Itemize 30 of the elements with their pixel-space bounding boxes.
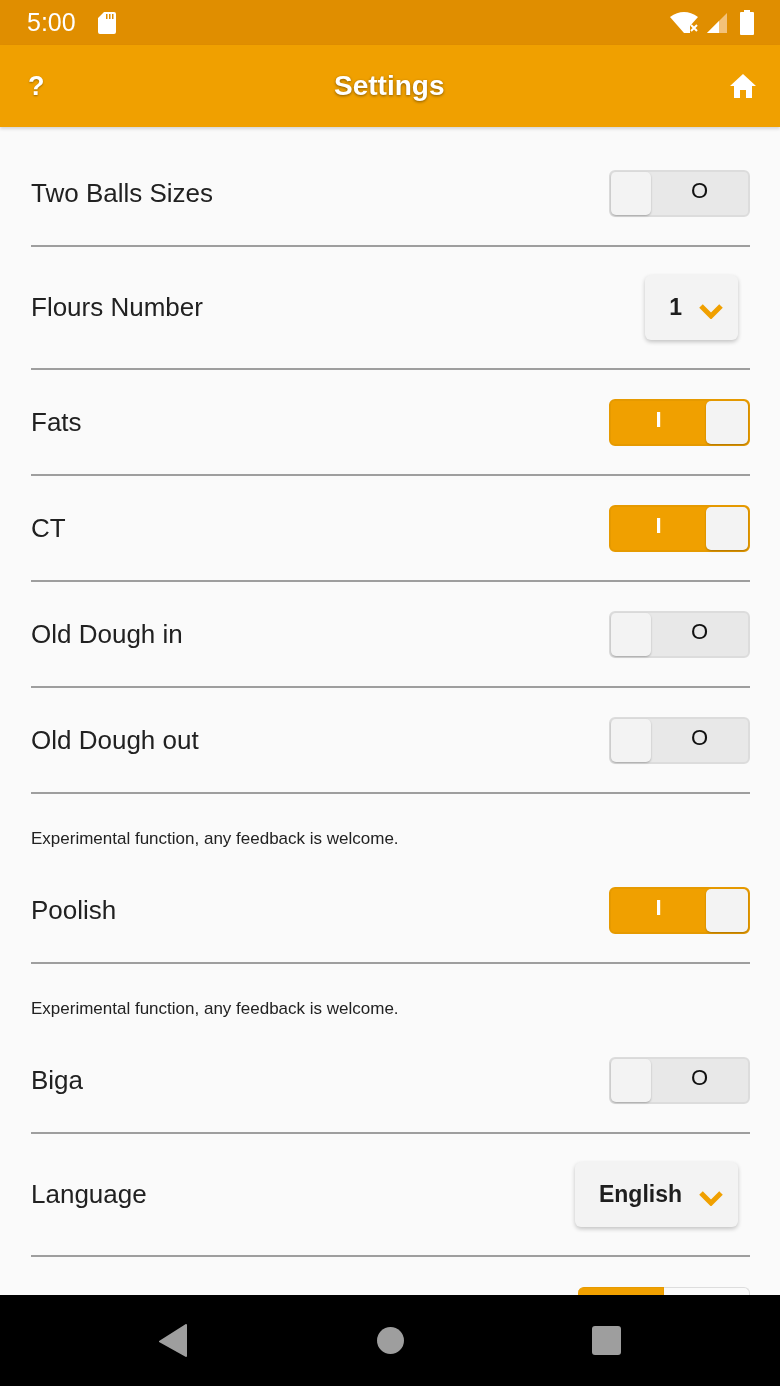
setting-label: Poolish [31, 894, 117, 926]
toggle-switch[interactable]: O [609, 716, 750, 764]
setting-label: CT [31, 512, 66, 544]
signal-icon [707, 12, 727, 33]
wifi-off-icon [670, 12, 699, 33]
setting-label: Old Dough out [31, 724, 199, 756]
segment-button[interactable] [578, 1287, 664, 1295]
home-circle-icon[interactable] [377, 1327, 404, 1354]
clock-text: 5:00 [27, 8, 76, 37]
back-icon[interactable] [158, 1324, 188, 1357]
setting-label: Biga [31, 1064, 84, 1096]
screen-title: Settings [333, 70, 446, 102]
setting-label: Language [31, 1179, 147, 1210]
overview-square-icon[interactable] [592, 1326, 621, 1355]
setting-label: Old Dough in [31, 618, 183, 650]
setting-label: Flours Number [31, 292, 203, 323]
setting-label: Fats [31, 406, 82, 438]
toggle-switch[interactable]: O [609, 169, 750, 217]
hint-text: Experimental function, any feedback is welcome. [31, 829, 399, 849]
sd-card-icon [97, 11, 116, 34]
toggle-switch[interactable]: O [609, 1056, 750, 1104]
chevron-down-icon [698, 1189, 724, 1206]
home-icon[interactable] [730, 74, 756, 98]
dropdown[interactable]: 1 [645, 275, 738, 340]
chevron-down-icon [698, 302, 724, 319]
toggle-switch[interactable]: O [609, 610, 750, 658]
dropdown[interactable]: English [574, 1162, 738, 1227]
setting-label: Two Balls Sizes [31, 177, 214, 209]
hint-text: Experimental function, any feedback is welcome. [31, 999, 399, 1019]
battery-icon [740, 10, 754, 35]
